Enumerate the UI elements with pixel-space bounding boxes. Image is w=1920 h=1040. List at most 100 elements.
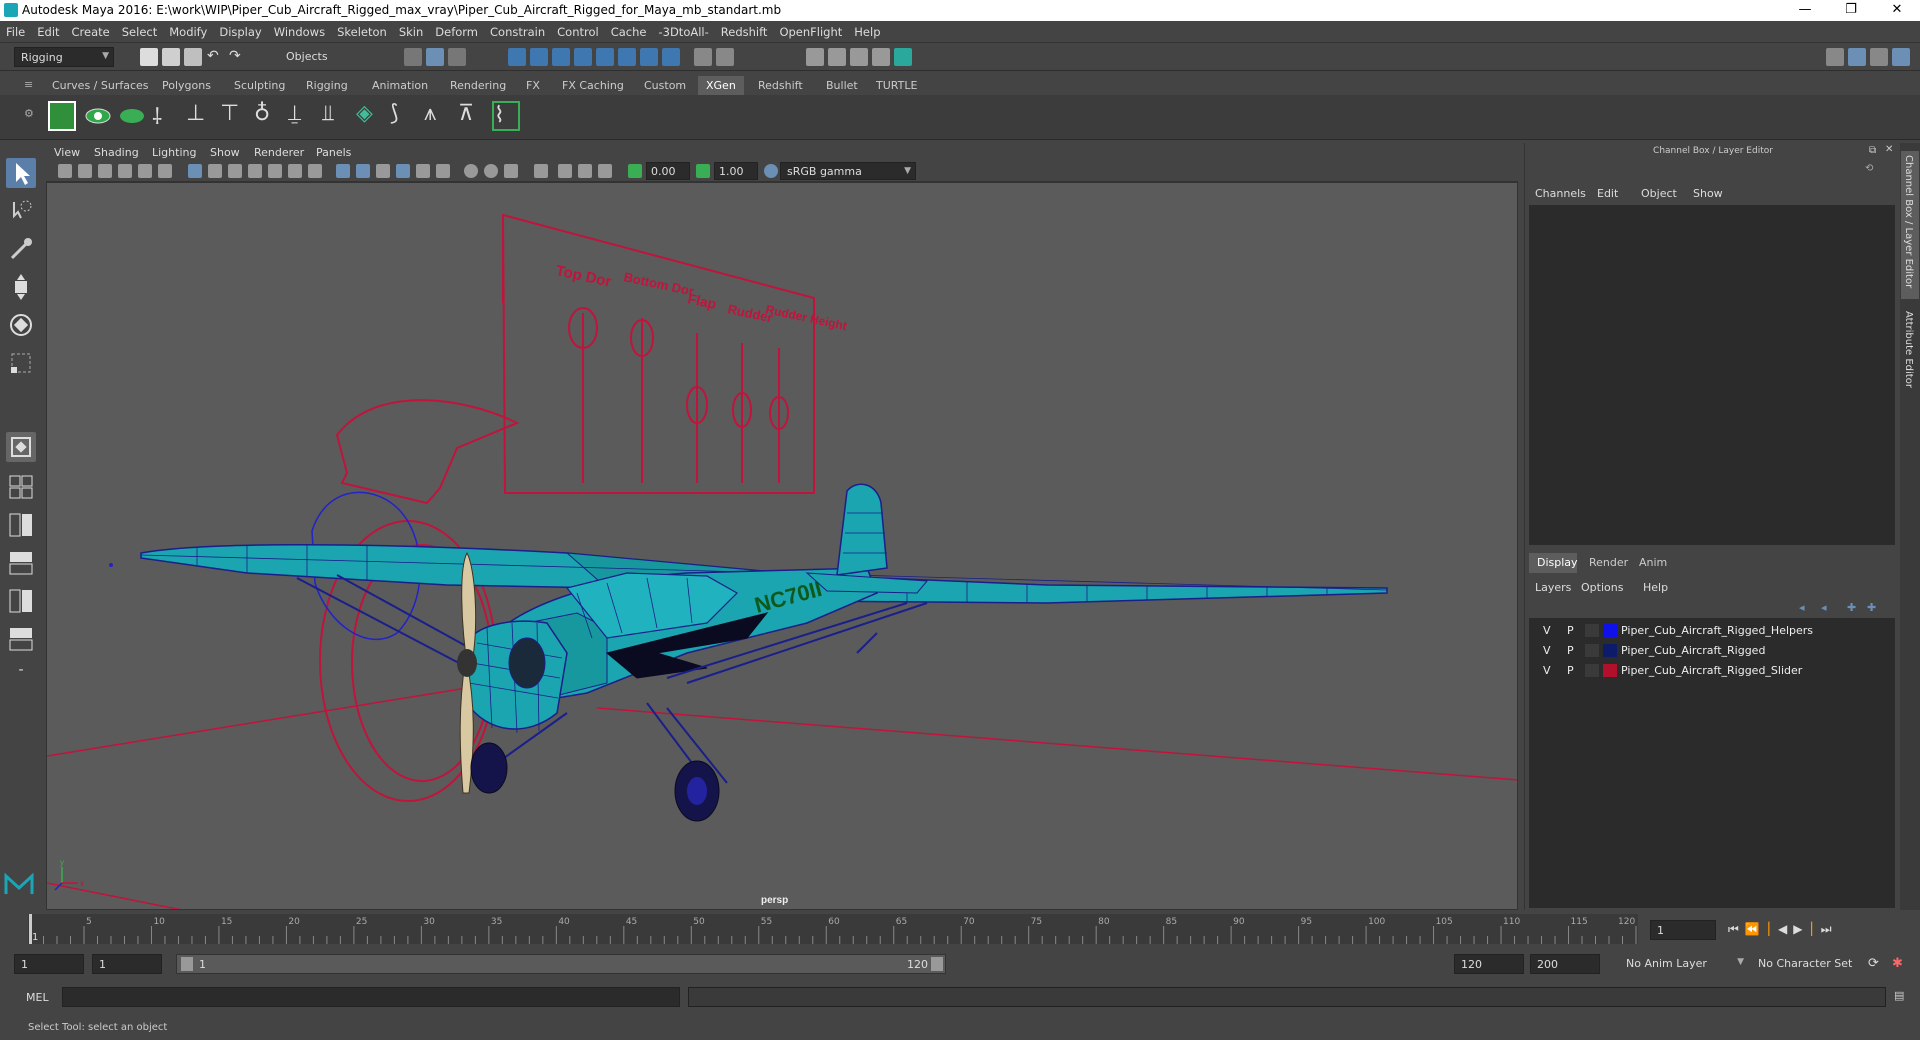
script-editor-icon[interactable]: ▤ <box>1894 989 1912 1007</box>
range-end-handle[interactable] <box>931 957 943 971</box>
layer-playback-toggle[interactable]: P <box>1567 624 1574 637</box>
view-transform-dropdown[interactable]: sRGB gamma ▼ <box>780 162 916 180</box>
guides-rebuild-icon[interactable]: ⫫ <box>322 101 350 131</box>
camera-attributes-icon[interactable] <box>78 164 92 178</box>
menu-skin[interactable]: Skin <box>393 21 429 39</box>
select-by-hierarchy-icon[interactable] <box>404 48 422 66</box>
move-layer-up-icon[interactable]: ◂ <box>1799 601 1813 614</box>
menu-help[interactable]: Help <box>848 21 886 39</box>
panel-menu-renderer[interactable]: Renderer <box>254 146 304 159</box>
two-d-pan-icon[interactable] <box>138 164 152 178</box>
tab-curves-surfaces[interactable]: Curves / Surfaces <box>44 76 157 95</box>
smooth-shade-icon[interactable] <box>356 164 370 178</box>
tab-channel-box-vertical[interactable]: Channel Box / Layer Editor <box>1901 151 1919 299</box>
snap-live-icon[interactable] <box>596 48 614 66</box>
channels-object-menu[interactable]: Object <box>1641 187 1677 200</box>
move-layer-down-icon[interactable]: ◂ <box>1821 601 1835 614</box>
time-ruler[interactable]: 1 5 10 15 20 25 30 35 40 45 50 55 60 65 70 75 80 85 90 95 10… <box>28 914 1638 944</box>
anti-aliasing-icon[interactable] <box>504 164 518 178</box>
channels-edit-menu[interactable]: Edit <box>1597 187 1618 200</box>
panel-menu-view[interactable]: View <box>54 146 80 159</box>
lasso-tool-icon[interactable] <box>6 196 36 226</box>
xray-components-icon[interactable] <box>598 164 612 178</box>
tab-fx-caching[interactable]: FX Caching <box>554 76 632 95</box>
outliner-toggle-icon[interactable] <box>1870 48 1888 66</box>
tab-turtle[interactable]: TURTLE <box>868 76 925 95</box>
options-menu[interactable]: Options <box>1581 581 1623 594</box>
snap-grid-icon[interactable] <box>508 48 526 66</box>
isolate-select-icon[interactable] <box>534 164 548 178</box>
gamma-field[interactable]: 1.00 <box>714 162 758 180</box>
move-tool-icon[interactable] <box>6 272 36 302</box>
exposure-icon[interactable] <box>628 164 642 178</box>
snap-together-icon[interactable] <box>618 48 636 66</box>
ambient-occlusion-icon[interactable] <box>464 164 478 178</box>
render-settings-icon[interactable] <box>872 48 890 66</box>
auto-key-icon[interactable]: ⟳ <box>1868 956 1886 974</box>
step-back-frame-icon[interactable]: ⎮ <box>1766 922 1778 936</box>
snap-pivot-icon[interactable] <box>640 48 658 66</box>
paint-select-icon[interactable] <box>6 234 36 264</box>
go-to-end-icon[interactable]: ⏭ <box>1821 922 1838 936</box>
grid-icon[interactable] <box>188 164 202 178</box>
safe-title-icon[interactable] <box>308 164 322 178</box>
field-chart-icon[interactable] <box>268 164 282 178</box>
render-view-icon[interactable] <box>806 48 824 66</box>
render-frame-icon[interactable] <box>828 48 846 66</box>
playback-start-field[interactable]: 1 <box>92 954 162 974</box>
shadows-icon[interactable] <box>436 164 450 178</box>
layer-color-swatch[interactable] <box>1603 624 1617 637</box>
channels-menu[interactable]: Channels <box>1535 187 1586 200</box>
propeller-controller[interactable] <box>311 399 520 802</box>
menu-set-dropdown[interactable]: Rigging ▼ <box>14 47 114 67</box>
step-forward-frame-icon[interactable]: ⎮ <box>1809 922 1821 936</box>
lock-icon[interactable] <box>694 48 712 66</box>
menu-constrain[interactable]: Constrain <box>484 21 551 39</box>
exposure-field[interactable]: 0.00 <box>646 162 690 180</box>
tab-render[interactable]: Render <box>1581 553 1629 573</box>
layers-icon[interactable]: ◈ <box>356 101 384 131</box>
guides-plus-icon[interactable]: ⊤ <box>220 101 248 131</box>
menu-select[interactable]: Select <box>116 21 163 39</box>
select-by-component-icon[interactable] <box>448 48 466 66</box>
motion-blur-icon[interactable] <box>484 164 498 178</box>
menu-cache[interactable]: Cache <box>605 21 653 39</box>
xgen-editor-icon[interactable] <box>48 101 76 131</box>
command-input[interactable] <box>62 987 680 1007</box>
tab-animation[interactable]: Animation <box>364 76 436 95</box>
layer-playback-toggle[interactable]: P <box>1567 644 1574 657</box>
menu-deform[interactable]: Deform <box>429 21 484 39</box>
float-panel-icon[interactable]: ⧉ <box>1869 145 1876 156</box>
xray-joints-icon[interactable] <box>578 164 592 178</box>
layer-row[interactable]: V P Piper_Cub_Aircraft_Rigged_Slider <box>1537 661 1897 680</box>
panel-menu-lighting[interactable]: Lighting <box>152 146 196 159</box>
layer-playback-toggle[interactable]: P <box>1567 664 1574 677</box>
anim-layer-dropdown[interactable]: No Anim Layer ▼ <box>1620 954 1748 974</box>
safe-action-icon[interactable] <box>288 164 302 178</box>
step-back-key-icon[interactable]: ⏪ <box>1745 922 1766 936</box>
menu-windows[interactable]: Windows <box>268 21 331 39</box>
ipr-render-icon[interactable] <box>850 48 868 66</box>
menu-control[interactable]: Control <box>551 21 605 39</box>
layer-color-swatch[interactable] <box>1603 664 1617 677</box>
layers-menu[interactable]: Layers <box>1535 581 1571 594</box>
shelf-menu-icon[interactable]: ≡ <box>20 76 37 95</box>
new-layer-icon[interactable]: ✚ <box>1847 601 1861 614</box>
help-menu[interactable]: Help <box>1643 581 1668 594</box>
new-layer-selected-icon[interactable]: ✚ <box>1867 601 1881 614</box>
textured-icon[interactable] <box>396 164 410 178</box>
guides-place-icon[interactable]: ⊥ <box>186 101 214 131</box>
tab-xgen[interactable]: XGen <box>698 76 744 95</box>
xgen-create-icon[interactable] <box>118 101 146 131</box>
layer-type-toggle[interactable] <box>1585 624 1599 637</box>
resolution-gate-icon[interactable] <box>228 164 242 178</box>
menu-display[interactable]: Display <box>213 21 267 39</box>
save-scene-icon[interactable] <box>184 48 202 66</box>
shelf-options-icon[interactable]: ⚙ <box>24 107 34 120</box>
animation-start-field[interactable]: 1 <box>14 954 84 974</box>
workspace-icon[interactable] <box>1826 48 1844 66</box>
tab-anim[interactable]: Anim <box>1631 553 1679 573</box>
perspective-viewport[interactable]: Top Dor Bottom Dor Flap Rudder Rudder He… <box>46 182 1518 910</box>
selection-mode-dropdown[interactable]: Objects <box>280 47 380 67</box>
animation-prefs-icon[interactable]: ✱ <box>1892 956 1910 974</box>
